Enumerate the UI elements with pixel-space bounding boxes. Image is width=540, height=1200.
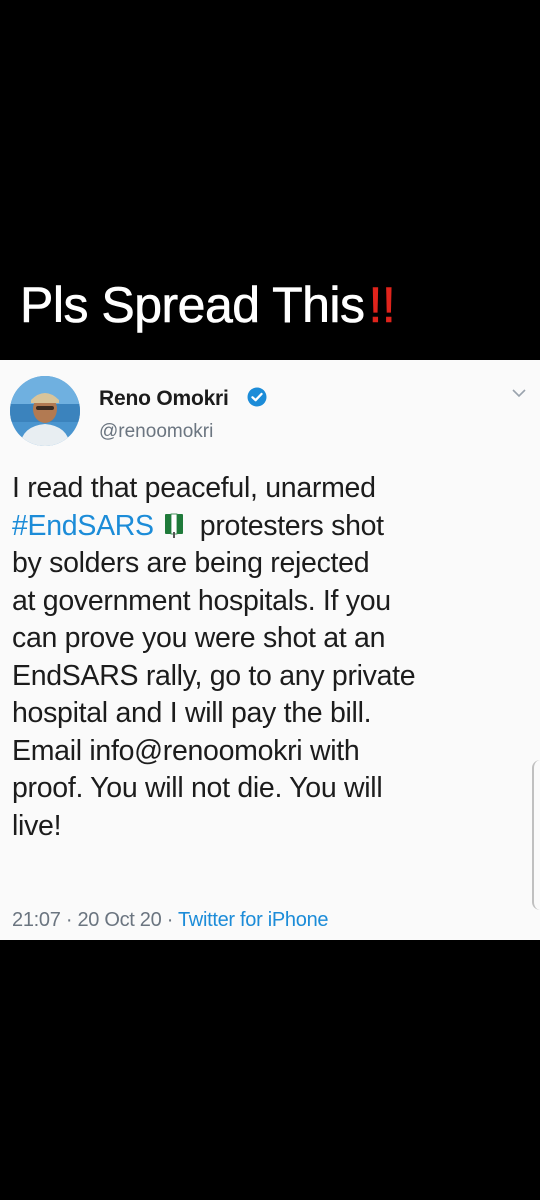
edge-handle bbox=[532, 760, 540, 910]
avatar-image bbox=[10, 376, 80, 446]
tweet-source[interactable]: Twitter for iPhone bbox=[178, 909, 329, 931]
tweet-line: proof. You will not die. You will bbox=[12, 772, 383, 804]
caption-label: Pls Spread This bbox=[20, 277, 366, 333]
author-handle[interactable]: @renoomokri bbox=[99, 421, 213, 443]
caption-emphasis: !! bbox=[368, 277, 396, 333]
hashtag-link[interactable]: #EndSARS bbox=[12, 510, 154, 542]
tweet-line: hospital and I will pay the bill. bbox=[12, 697, 372, 729]
caption-text: Pls Spread This!! bbox=[20, 277, 396, 333]
tweet-line-rest: protesters shot bbox=[199, 509, 384, 542]
tweet-date[interactable]: 20 Oct 20 bbox=[77, 909, 161, 931]
tweet-body: I read that peaceful, unarmed #EndSARS pr… bbox=[12, 470, 532, 845]
meta-separator: · bbox=[161, 909, 178, 931]
tweet-line: live! bbox=[12, 809, 62, 842]
author-name[interactable]: Reno Omokri bbox=[99, 387, 229, 411]
tweet-line: EndSARS rally, go to any private bbox=[12, 659, 416, 692]
tweet-card: Reno Omokri @renoomokri I read that peac… bbox=[0, 360, 540, 940]
tweet-line: Email info@renoomokri with bbox=[12, 734, 360, 767]
tweet-meta: 21:07 · 20 Oct 20 · Twitter for iPhone bbox=[12, 909, 329, 932]
tweet-line: can prove you were shot at an bbox=[12, 622, 386, 654]
tweet-line: at government hospitals. If you bbox=[12, 584, 391, 617]
meta-separator: · bbox=[60, 909, 78, 931]
avatar[interactable] bbox=[10, 376, 80, 446]
tweet-time[interactable]: 21:07 bbox=[12, 909, 61, 931]
tweet-line: #EndSARS protesters shot bbox=[12, 508, 532, 546]
tweet-line: I read that peaceful, unarmed bbox=[12, 472, 376, 504]
nigeria-flag-icon bbox=[164, 513, 183, 538]
chevron-down-icon[interactable] bbox=[510, 387, 528, 399]
verified-badge-icon bbox=[247, 387, 267, 407]
tweet-line: by solders are being rejected bbox=[12, 547, 370, 579]
